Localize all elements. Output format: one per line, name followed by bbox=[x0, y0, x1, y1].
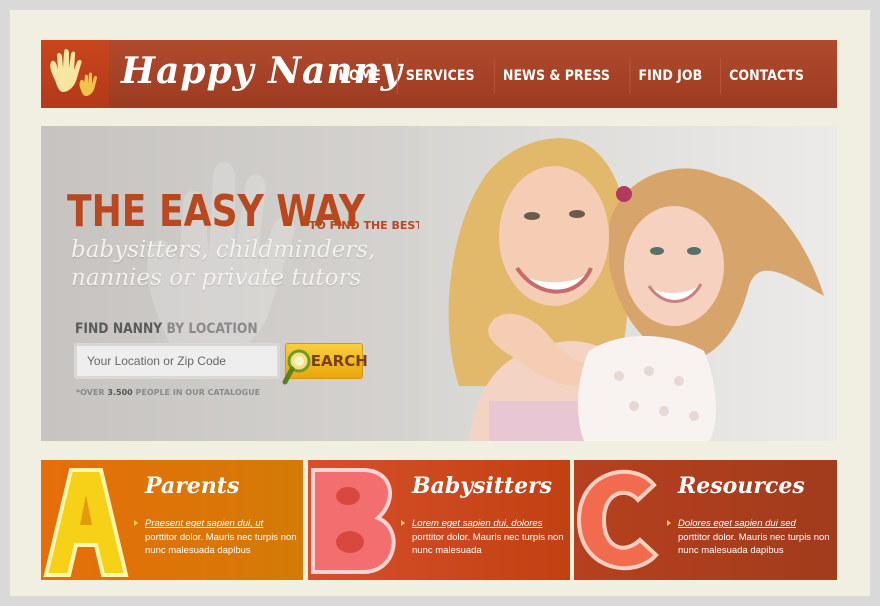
feature-link-babysitters[interactable]: Lorem eget sapien dui, dolores bbox=[412, 518, 542, 529]
nav-find-job[interactable]: FIND JOB bbox=[629, 58, 711, 94]
mother-daughter-photo bbox=[419, 126, 837, 441]
feature-desc-babysitters: Lorem eget sapien dui, dolores porttitor… bbox=[412, 517, 564, 558]
find-label-light: BY LOCATION bbox=[166, 321, 258, 337]
hero-banner: THE EASY WAY TO FIND THE BEST babysitter… bbox=[41, 126, 837, 441]
logo-hands-icon[interactable] bbox=[41, 40, 109, 108]
feature-desc-resources: Dolores eget sapien dui sed porttitor do… bbox=[678, 517, 830, 558]
main-nav: HOME SERVICES NEWS & PRESS FIND JOB CONT… bbox=[327, 58, 817, 94]
catalog-suffix: PEOPLE IN OUR CATALOGUE bbox=[135, 388, 261, 397]
feature-body-resources: porttitor dolor. Mauris nec turpis non n… bbox=[678, 531, 830, 557]
bullet-arrow-icon bbox=[134, 520, 138, 526]
nav-news-press[interactable]: NEWS & PRESS bbox=[494, 58, 618, 94]
find-label-bold: FIND NANNY bbox=[75, 321, 163, 337]
page-frame: Happy Nanny HOME SERVICES NEWS & PRESS F… bbox=[10, 10, 870, 596]
feature-link-resources[interactable]: Dolores eget sapien dui sed bbox=[678, 518, 796, 529]
feature-babysitters[interactable]: Babysitters Lorem eget sapien dui, dolor… bbox=[308, 460, 570, 580]
find-nanny-label: FIND NANNY BY LOCATION bbox=[75, 321, 258, 337]
hero-subheadline: TO FIND THE BEST bbox=[309, 219, 423, 232]
letter-a-icon bbox=[43, 468, 129, 577]
feature-parents[interactable]: Parents Praesent eget sapien dui, ut por… bbox=[41, 460, 303, 580]
feature-title-resources: Resources bbox=[678, 473, 805, 499]
hero-tagline-line1: babysitters, childminders, bbox=[71, 237, 376, 263]
location-search-input[interactable] bbox=[74, 343, 280, 379]
site-header: Happy Nanny HOME SERVICES NEWS & PRESS F… bbox=[41, 40, 837, 108]
feature-resources[interactable]: Resources Dolores eget sapien dui sed po… bbox=[574, 460, 837, 580]
feature-title-babysitters: Babysitters bbox=[412, 473, 553, 499]
nav-services[interactable]: SERVICES bbox=[396, 58, 483, 94]
nav-home[interactable]: HOME bbox=[330, 58, 389, 94]
catalog-prefix: *OVER bbox=[76, 388, 105, 397]
feature-body-babysitters: porttitor dolor. Mauris nec turpis non n… bbox=[412, 531, 564, 557]
nav-contacts[interactable]: CONTACTS bbox=[719, 58, 812, 94]
bullet-arrow-icon bbox=[401, 520, 405, 526]
letter-b-icon bbox=[311, 468, 396, 574]
feature-body-parents: porttitor dolor. Mauris nec turpis non n… bbox=[145, 531, 297, 557]
bullet-arrow-icon bbox=[667, 520, 671, 526]
magnifier-icon bbox=[282, 349, 311, 385]
catalog-count-note: *OVER 3.500 PEOPLE IN OUR CATALOGUE bbox=[76, 388, 260, 397]
hero-tagline: babysitters, childminders, nannies or pr… bbox=[71, 236, 411, 292]
hero-tagline-line2: nannies or private tutors bbox=[71, 265, 362, 291]
feature-desc-parents: Praesent eget sapien dui, ut porttitor d… bbox=[145, 517, 297, 558]
catalog-count: 3.500 bbox=[107, 388, 133, 397]
feature-link-parents[interactable]: Praesent eget sapien dui, ut bbox=[145, 518, 263, 529]
letter-c-icon bbox=[576, 469, 659, 571]
feature-title-parents: Parents bbox=[145, 473, 240, 499]
